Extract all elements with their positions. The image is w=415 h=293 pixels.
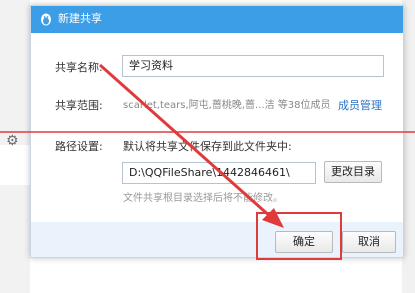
share-name-label: 共享名称: xyxy=(55,61,103,74)
share-scope-label: 共享范围: xyxy=(55,99,103,112)
qq-penguin-icon xyxy=(41,13,51,26)
cancel-button[interactable]: 取消 xyxy=(342,231,396,253)
member-manage-link[interactable]: 成员管理 xyxy=(338,99,382,113)
dialog-titlebar: 新建共享 xyxy=(31,6,403,33)
ok-highlight-box xyxy=(256,212,342,260)
members-list: scarlet,tears,阿屯,蔷桃晚,蔷...洁 等38位成员 xyxy=(123,100,331,111)
path-label: 路径设置: xyxy=(55,140,103,153)
gear-icon[interactable]: ⚙ xyxy=(6,134,19,148)
path-hint: 默认将共享文件保存到此文件夹中: xyxy=(123,140,292,153)
path-subhint: 文件共享根目录选择后将不能修改。 xyxy=(123,193,283,204)
background-panel xyxy=(0,145,30,185)
share-name-input[interactable]: 学习资料 xyxy=(122,55,384,77)
dialog-footer: 确定 取消 xyxy=(31,222,403,257)
dialog-title: 新建共享 xyxy=(58,12,102,25)
new-share-dialog: 新建共享 共享名称: 学习资料 共享范围: scarlet,tears,阿屯,蔷… xyxy=(30,5,404,258)
path-input[interactable]: D:\QQFileShare\1442846461\ xyxy=(122,162,316,184)
change-directory-button[interactable]: 更改目录 xyxy=(324,161,382,183)
